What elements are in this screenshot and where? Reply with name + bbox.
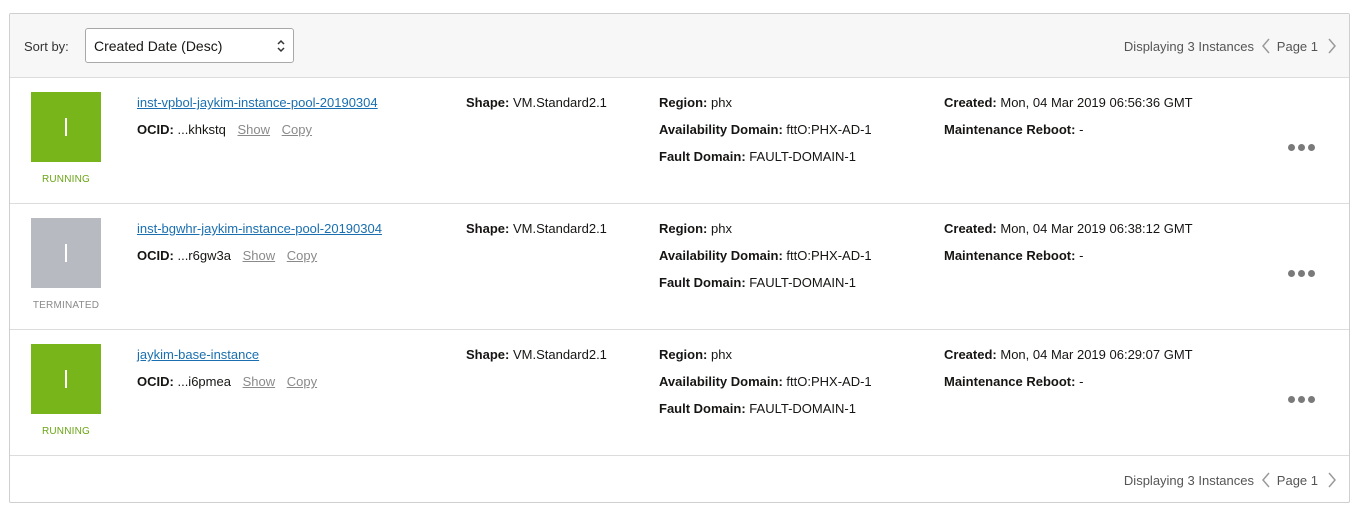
ocid-copy-link[interactable]: Copy — [287, 374, 317, 389]
created-field: Created: Mon, 04 Mar 2019 06:38:12 GMT — [944, 221, 1193, 236]
availability-domain-value: fttO:PHX-AD-1 — [786, 248, 872, 263]
fault-domain-value: FAULT-DOMAIN-1 — [749, 149, 856, 164]
instance-icon — [31, 92, 101, 162]
availability-domain-field: Availability Domain: fttO:PHX-AD-1 — [659, 248, 872, 263]
sort-label: Sort by: — [24, 39, 69, 54]
ocid-label: OCID: — [137, 248, 174, 263]
maintenance-reboot-value: - — [1079, 374, 1084, 389]
ocid-value: ...i6pmea — [177, 374, 231, 389]
maintenance-reboot-label: Maintenance Reboot: — [944, 374, 1076, 389]
ocid-label: OCID: — [137, 374, 174, 389]
region-field: Region: phx — [659, 221, 732, 236]
fault-domain-label: Fault Domain: — [659, 275, 746, 290]
shape-field: Shape: VM.Standard2.1 — [466, 95, 607, 110]
region-label: Region: — [659, 347, 708, 362]
ocid-value: ...r6gw3a — [177, 248, 231, 263]
availability-domain-field: Availability Domain: fttO:PHX-AD-1 — [659, 122, 872, 137]
ocid-show-link[interactable]: Show — [238, 122, 271, 137]
shape-field: Shape: VM.Standard2.1 — [466, 221, 607, 236]
fault-domain-value: FAULT-DOMAIN-1 — [749, 401, 856, 416]
ocid-field: OCID: ...i6pmea Show Copy — [137, 374, 317, 389]
pager-count: Displaying 3 Instances — [1123, 39, 1254, 54]
ocid-value: ...khkstq — [177, 122, 226, 137]
created-field: Created: Mon, 04 Mar 2019 06:29:07 GMT — [944, 347, 1193, 362]
maintenance-reboot-value: - — [1079, 122, 1084, 137]
shape-value: VM.Standard2.1 — [512, 221, 607, 236]
instance-icon — [31, 218, 101, 288]
region-value: phx — [711, 221, 732, 236]
ocid-show-link[interactable]: Show — [243, 248, 276, 263]
maintenance-reboot-field: Maintenance Reboot: - — [944, 248, 1083, 263]
maintenance-reboot-value: - — [1079, 248, 1084, 263]
shape-label: Shape: — [466, 95, 510, 110]
sort-select[interactable]: Created Date (Desc) — [85, 28, 294, 63]
instance-icon — [31, 344, 101, 414]
sort-select-value: Created Date (Desc) — [94, 38, 223, 54]
created-value: Mon, 04 Mar 2019 06:56:36 GMT — [1000, 95, 1193, 110]
more-actions-icon[interactable] — [1288, 390, 1322, 403]
created-label: Created: — [944, 95, 997, 110]
ocid-field: OCID: ...r6gw3a Show Copy — [137, 248, 317, 263]
instance-row: RUNNING jaykim-base-instance OCID: ...i6… — [10, 330, 1349, 456]
region-field: Region: phx — [659, 95, 732, 110]
chevron-right-icon[interactable] — [1327, 472, 1337, 488]
maintenance-reboot-field: Maintenance Reboot: - — [944, 374, 1083, 389]
list-toolbar: Sort by: Created Date (Desc) Displaying … — [10, 14, 1349, 78]
fault-domain-field: Fault Domain: FAULT-DOMAIN-1 — [659, 149, 856, 164]
shape-label: Shape: — [466, 347, 510, 362]
pager-count: Displaying 3 Instances — [1123, 473, 1254, 488]
instances-panel: Sort by: Created Date (Desc) Displaying … — [9, 13, 1350, 503]
region-label: Region: — [659, 95, 708, 110]
maintenance-reboot-field: Maintenance Reboot: - — [944, 122, 1083, 137]
instance-row: TERMINATED inst-bgwhr-jaykim-instance-po… — [10, 204, 1349, 330]
ocid-copy-link[interactable]: Copy — [282, 122, 312, 137]
availability-domain-value: fttO:PHX-AD-1 — [786, 374, 872, 389]
instance-name-link[interactable]: inst-vpbol-jaykim-instance-pool-20190304 — [137, 95, 378, 110]
shape-label: Shape: — [466, 221, 510, 236]
shape-value: VM.Standard2.1 — [512, 95, 607, 110]
pager-page: Page 1 — [1276, 473, 1318, 488]
more-actions-icon[interactable] — [1288, 138, 1322, 151]
fault-domain-label: Fault Domain: — [659, 401, 746, 416]
maintenance-reboot-label: Maintenance Reboot: — [944, 248, 1076, 263]
status-badge: RUNNING — [41, 174, 91, 185]
availability-domain-field: Availability Domain: fttO:PHX-AD-1 — [659, 374, 872, 389]
sort-chevron-icon — [277, 39, 285, 53]
instance-row: RUNNING inst-vpbol-jaykim-instance-pool-… — [10, 78, 1349, 204]
list-footer: Displaying 3 Instances Page 1 — [10, 456, 1349, 502]
shape-value: VM.Standard2.1 — [512, 347, 607, 362]
instance-name-link[interactable]: jaykim-base-instance — [137, 347, 259, 362]
chevron-left-icon[interactable] — [1261, 472, 1271, 488]
chevron-left-icon[interactable] — [1261, 38, 1271, 54]
status-badge: RUNNING — [41, 426, 91, 437]
region-value: phx — [711, 347, 732, 362]
ocid-label: OCID: — [137, 122, 174, 137]
region-field: Region: phx — [659, 347, 732, 362]
ocid-copy-link[interactable]: Copy — [287, 248, 317, 263]
availability-domain-value: fttO:PHX-AD-1 — [786, 122, 872, 137]
more-actions-icon[interactable] — [1288, 264, 1322, 277]
created-label: Created: — [944, 347, 997, 362]
created-value: Mon, 04 Mar 2019 06:38:12 GMT — [1000, 221, 1193, 236]
ocid-show-link[interactable]: Show — [243, 374, 276, 389]
created-field: Created: Mon, 04 Mar 2019 06:56:36 GMT — [944, 95, 1193, 110]
instance-name-link[interactable]: inst-bgwhr-jaykim-instance-pool-20190304 — [137, 221, 382, 236]
availability-domain-label: Availability Domain: — [659, 122, 783, 137]
created-value: Mon, 04 Mar 2019 06:29:07 GMT — [1000, 347, 1193, 362]
ocid-field: OCID: ...khkstq Show Copy — [137, 122, 312, 137]
region-label: Region: — [659, 221, 708, 236]
availability-domain-label: Availability Domain: — [659, 248, 783, 263]
region-value: phx — [711, 95, 732, 110]
maintenance-reboot-label: Maintenance Reboot: — [944, 122, 1076, 137]
created-label: Created: — [944, 221, 997, 236]
status-badge: TERMINATED — [32, 300, 100, 311]
fault-domain-value: FAULT-DOMAIN-1 — [749, 275, 856, 290]
pager-page: Page 1 — [1276, 39, 1318, 54]
shape-field: Shape: VM.Standard2.1 — [466, 347, 607, 362]
fault-domain-field: Fault Domain: FAULT-DOMAIN-1 — [659, 275, 856, 290]
fault-domain-label: Fault Domain: — [659, 149, 746, 164]
fault-domain-field: Fault Domain: FAULT-DOMAIN-1 — [659, 401, 856, 416]
availability-domain-label: Availability Domain: — [659, 374, 783, 389]
chevron-right-icon[interactable] — [1327, 38, 1337, 54]
